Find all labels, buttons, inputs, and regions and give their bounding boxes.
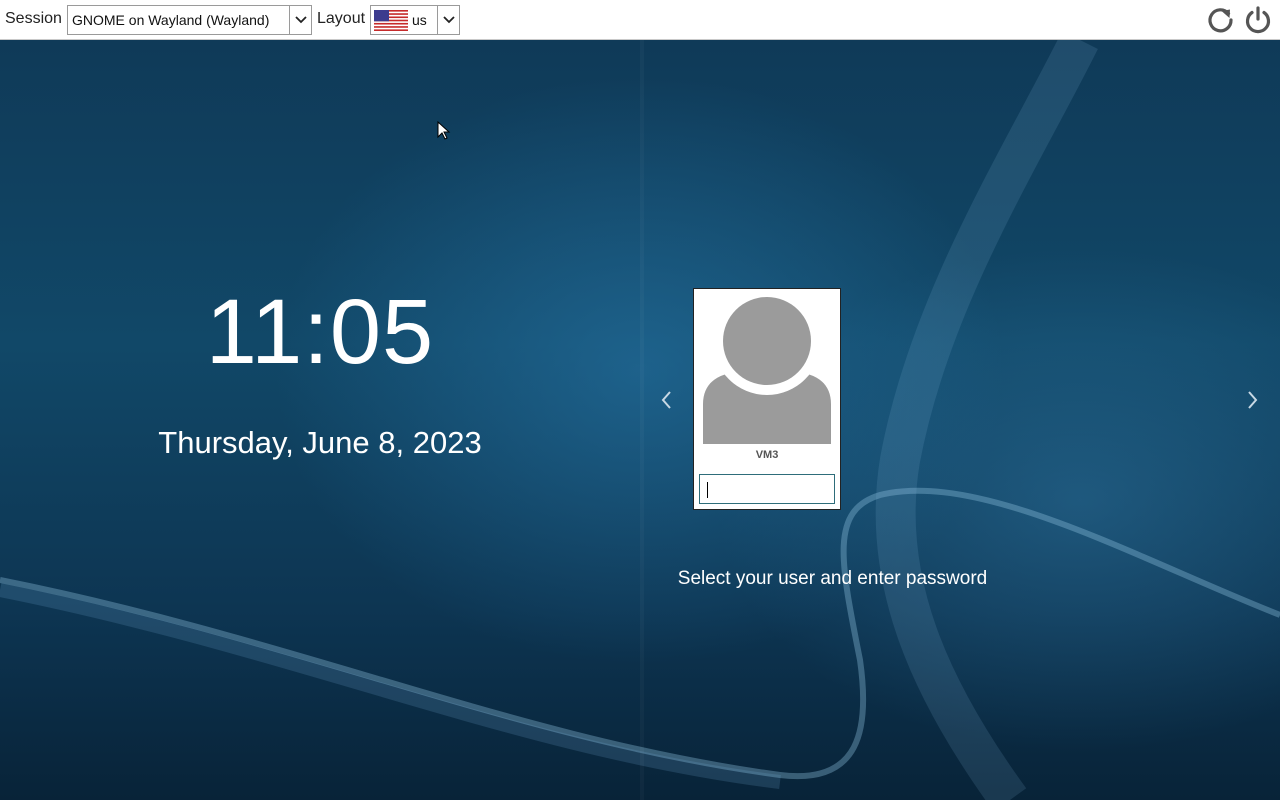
- user-card[interactable]: VM3: [693, 288, 841, 510]
- user-avatar-icon: [703, 294, 831, 444]
- clock-time: 11:05: [205, 281, 435, 383]
- previous-user-button[interactable]: [654, 386, 678, 414]
- us-flag-icon: [374, 10, 408, 31]
- layout-label: Layout: [317, 10, 366, 27]
- chevron-right-icon: [1248, 391, 1258, 409]
- restart-icon: [1208, 8, 1233, 33]
- next-user-button[interactable]: [1241, 386, 1265, 414]
- chevron-left-icon: [661, 391, 671, 409]
- power-icon: [1245, 6, 1271, 34]
- session-label: Session: [5, 10, 62, 27]
- mouse-pointer-icon: [437, 121, 451, 140]
- session-select-value: GNOME on Wayland (Wayland): [72, 12, 270, 28]
- chevron-down-icon[interactable]: [289, 6, 311, 34]
- shutdown-button[interactable]: [1242, 4, 1274, 36]
- top-bar: Session GNOME on Wayland (Wayland) Layou…: [0, 0, 1280, 40]
- background-swoosh: [0, 40, 1280, 800]
- layout-select-value: us: [412, 12, 427, 28]
- login-prompt: Select your user and enter password: [677, 568, 988, 589]
- chevron-down-icon[interactable]: [437, 6, 459, 34]
- restart-button[interactable]: [1205, 4, 1237, 36]
- password-input[interactable]: [699, 474, 835, 504]
- text-caret: [707, 482, 708, 498]
- login-background: [0, 40, 1280, 800]
- layout-select[interactable]: us: [370, 5, 460, 35]
- clock-date: Thursday, June 8, 2023: [158, 425, 482, 460]
- username-label: VM3: [755, 449, 779, 461]
- session-select[interactable]: GNOME on Wayland (Wayland): [67, 5, 312, 35]
